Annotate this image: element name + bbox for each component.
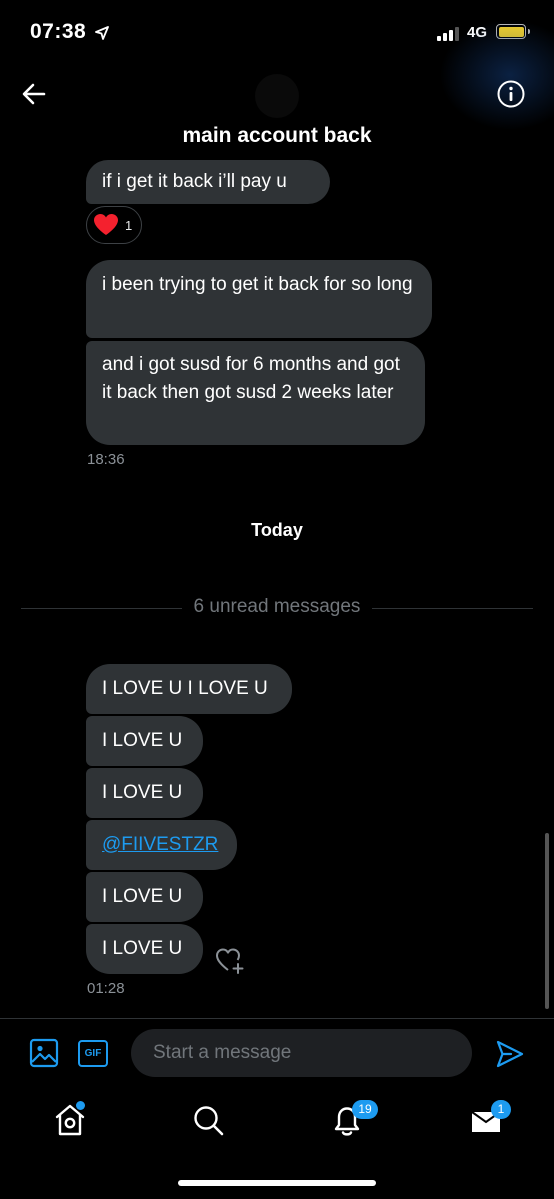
send-icon[interactable] [495, 1039, 525, 1069]
message-text: I LOVE U I LOVE U [102, 678, 268, 699]
scrollbar[interactable] [545, 833, 549, 1009]
message-bubble[interactable]: I LOVE U [86, 924, 203, 974]
home-notification-dot [76, 1101, 85, 1110]
message-text: I LOVE U [102, 886, 183, 907]
timestamp: 18:36 [87, 451, 125, 468]
heart-icon [94, 214, 118, 235]
info-icon[interactable] [497, 80, 525, 108]
message-bubble[interactable]: I LOVE U I LOVE U [86, 664, 292, 714]
add-reaction-icon[interactable] [214, 944, 246, 976]
back-arrow-icon[interactable] [20, 80, 48, 108]
message-text: and i got susd for 6 months and got it b… [102, 354, 400, 403]
status-time: 07:38 [30, 20, 87, 43]
avatar[interactable] [255, 74, 299, 118]
image-icon[interactable] [29, 1038, 59, 1068]
message-bubble[interactable]: @FIIVESTZR [86, 820, 237, 870]
message-input[interactable] [131, 1029, 472, 1077]
message-text: I LOVE U [102, 730, 183, 751]
day-separator: Today [251, 520, 303, 540]
message-text: i been trying to get it back for so long [102, 274, 413, 295]
message-bubble[interactable]: I LOVE U [86, 768, 203, 818]
unread-divider: 6 unread messages [0, 596, 554, 618]
notifications-badge: 19 [352, 1100, 378, 1119]
home-indicator[interactable] [178, 1180, 376, 1186]
composer-divider [0, 1018, 554, 1019]
unread-label: 6 unread messages [181, 596, 373, 617]
message-bubble[interactable]: and i got susd for 6 months and got it b… [86, 341, 425, 445]
messages-badge: 1 [491, 1100, 511, 1119]
message-text: I LOVE U [102, 782, 183, 803]
message-text: if i get it back i’ll pay u [102, 171, 287, 192]
message-bubble[interactable]: I LOVE U [86, 716, 203, 766]
search-icon[interactable] [188, 1100, 228, 1140]
gif-button[interactable]: GIF [78, 1040, 108, 1067]
message-bubble[interactable]: i been trying to get it back for so long [86, 260, 432, 338]
message-bubble[interactable]: if i get it back i’ll pay u [86, 160, 330, 204]
heart-reaction[interactable]: 1 [86, 206, 142, 244]
location-arrow-icon [95, 26, 109, 40]
reaction-count: 1 [125, 217, 133, 233]
mention-link[interactable]: @FIIVESTZR [102, 834, 218, 855]
message-text: I LOVE U [102, 938, 183, 959]
timestamp: 01:28 [87, 980, 125, 997]
message-bubble[interactable]: I LOVE U [86, 872, 203, 922]
conversation-title: main account back [182, 124, 372, 147]
